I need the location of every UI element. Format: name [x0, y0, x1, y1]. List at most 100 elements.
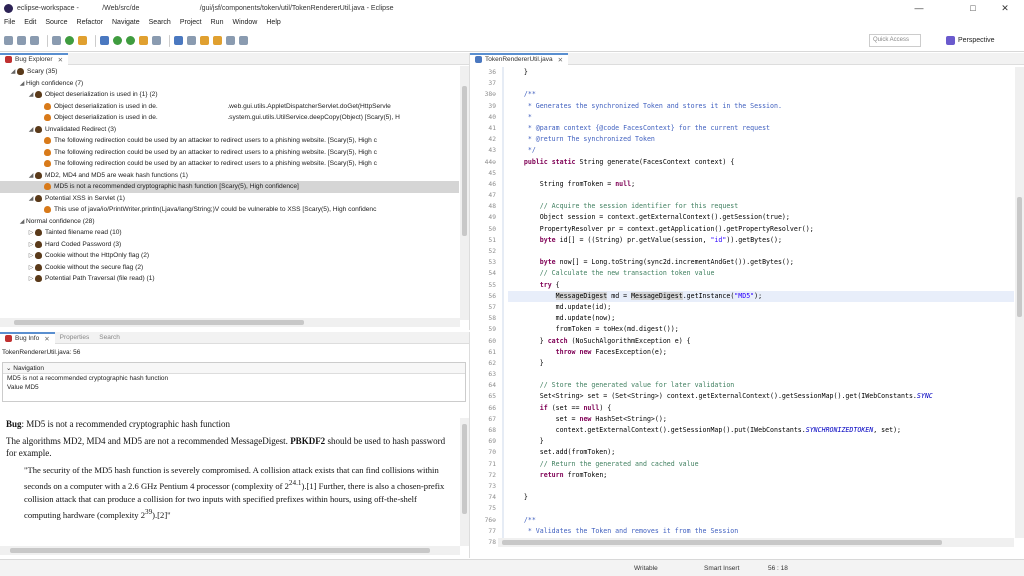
tree-row[interactable]: ◢ Potential XSS in Servlet (1) [0, 193, 459, 205]
scrollbar-thumb[interactable] [10, 548, 430, 553]
close-icon[interactable]: ✕ [44, 335, 49, 343]
expand-arrow-icon[interactable]: ◢ [18, 218, 26, 225]
forward-icon[interactable] [239, 36, 248, 45]
tree-row[interactable]: ▷ Cookie without the secure flag (2) [0, 262, 459, 274]
next-annotation-icon[interactable] [200, 36, 209, 45]
menu-source[interactable]: Source [45, 19, 67, 26]
tree-row[interactable]: Object deserialization is used in de. .s… [0, 112, 459, 124]
toggle-mark-occurrences-icon[interactable] [174, 36, 183, 45]
perspective-button[interactable]: Perspective [946, 34, 995, 47]
expand-arrow-icon[interactable]: ▷ [27, 264, 35, 271]
tree-row[interactable]: ▷ Hard Coded Password (3) [0, 239, 459, 251]
save-icon[interactable] [17, 36, 26, 45]
new-icon[interactable] [4, 36, 13, 45]
tree-row[interactable]: ▷ Potential Path Traversal (file read) (1… [0, 273, 459, 285]
tree-row[interactable]: MD5 is not a recommended cryptographic h… [0, 181, 459, 193]
maximize-button[interactable]: □ [958, 0, 988, 16]
horizontal-scrollbar[interactable] [498, 538, 1014, 547]
menu-run[interactable]: Run [211, 19, 224, 26]
navigation-item[interactable]: Value MD5 [3, 383, 465, 392]
quick-access-field[interactable]: Quick Access [869, 34, 921, 47]
navigation-label: Navigation [13, 365, 44, 372]
menu-refactor[interactable]: Refactor [77, 19, 103, 26]
menu-search[interactable]: Search [149, 19, 171, 26]
menu-edit[interactable]: Edit [24, 19, 36, 26]
line-number: 67 [488, 415, 496, 423]
line-number: 57 [488, 303, 496, 311]
back-icon[interactable] [226, 36, 235, 45]
tree-row[interactable]: Object deserialization is used in de. .w… [0, 101, 459, 113]
scrollbar-thumb[interactable] [462, 86, 467, 236]
new-package-icon[interactable] [113, 36, 122, 45]
tree-row-label: High confidence (7) [26, 79, 84, 87]
line-number: 74 [488, 494, 496, 502]
tree-row[interactable]: ◢ Normal confidence (28) [0, 216, 459, 228]
expand-arrow-icon[interactable]: ◢ [18, 80, 26, 87]
menu-window[interactable]: Window [232, 19, 257, 26]
line-number: 51 [488, 236, 496, 244]
expand-arrow-icon[interactable]: ▷ [27, 275, 35, 282]
previous-annotation-icon[interactable] [213, 36, 222, 45]
close-icon[interactable]: ✕ [58, 56, 63, 64]
tree-row[interactable]: ◢ Scary (35) [0, 66, 459, 78]
new-java-project-icon[interactable] [100, 36, 109, 45]
scrollbar-thumb[interactable] [462, 424, 467, 514]
tree-row[interactable]: ◢ Object deserialization is used in {1} (… [0, 89, 459, 101]
code-line: Set<String> set = (Set<String>) context.… [508, 392, 933, 401]
tree-row[interactable]: ▷ Tainted filename read (10) [0, 227, 459, 239]
tree-row[interactable]: ▷ Cookie without the HttpOnly flag (2) [0, 250, 459, 262]
navigation-item[interactable]: MD5 is not a recommended cryptographic h… [3, 374, 465, 383]
tab-editor-file[interactable]: TokenRendererUtil.java ✕ [470, 52, 569, 65]
expand-arrow-icon[interactable]: ◢ [9, 68, 17, 75]
navigation-header[interactable]: ⌄ Navigation [3, 363, 465, 374]
search-icon[interactable] [152, 36, 161, 45]
expand-arrow-icon[interactable]: ▷ [27, 241, 35, 248]
expand-arrow-icon[interactable]: ◢ [27, 195, 35, 202]
tree-row[interactable]: The following redirection could be used … [0, 158, 459, 170]
menu-project[interactable]: Project [180, 19, 202, 26]
scrollbar-thumb[interactable] [502, 540, 942, 545]
expand-arrow-icon[interactable]: ◢ [27, 172, 35, 179]
expand-arrow-icon[interactable]: ◢ [27, 91, 35, 98]
scrollbar-thumb[interactable] [14, 320, 304, 325]
horizontal-scrollbar[interactable] [0, 318, 460, 327]
run-icon[interactable] [65, 36, 74, 45]
tree-row[interactable]: The following redirection could be used … [0, 135, 459, 147]
bug-info-tabrow: Bug Info ✕ Properties Search [0, 331, 469, 344]
vertical-scrollbar[interactable] [460, 66, 469, 320]
menu-help[interactable]: Help [266, 19, 280, 26]
horizontal-scrollbar[interactable] [0, 546, 460, 555]
tree-row[interactable]: ◢ Unvalidated Redirect (3) [0, 124, 459, 136]
close-button[interactable]: ✕ [990, 0, 1020, 16]
show-whitespace-icon[interactable] [187, 36, 196, 45]
expand-arrow-icon[interactable]: ▷ [27, 229, 35, 236]
new-class-icon[interactable] [126, 36, 135, 45]
tree-row[interactable]: The following redirection could be used … [0, 147, 459, 159]
tab-properties[interactable]: Properties [55, 332, 95, 344]
code-line: Object session = context.getExternalCont… [508, 213, 790, 222]
tree-row[interactable]: ◢ High confidence (7) [0, 78, 459, 90]
line-number: 62 [488, 359, 496, 367]
vertical-scrollbar[interactable] [1015, 67, 1024, 538]
external-tools-icon[interactable] [78, 36, 87, 45]
debug-icon[interactable] [52, 36, 61, 45]
save-all-icon[interactable] [30, 36, 39, 45]
tab-bug-info[interactable]: Bug Info ✕ [0, 331, 55, 344]
code-area[interactable]: } /** * Generates the synchronized Token… [508, 67, 1014, 538]
tree-row[interactable]: ◢ MD2, MD4 and MD5 are weak hash function… [0, 170, 459, 182]
menu-navigate[interactable]: Navigate [112, 19, 140, 26]
close-icon[interactable]: ✕ [558, 56, 563, 64]
vertical-scrollbar[interactable] [460, 418, 469, 546]
minimize-button[interactable]: — [904, 0, 934, 16]
expand-arrow-icon[interactable]: ▷ [27, 252, 35, 259]
tree-row-label: Object deserialization is used in {1} (2… [45, 91, 158, 99]
line-number: 78 [488, 538, 496, 546]
tree-row[interactable]: This use of java/io/PrintWriter.println(… [0, 204, 459, 216]
scrollbar-thumb[interactable] [1017, 197, 1022, 317]
menu-file[interactable]: File [4, 19, 15, 26]
code-line: * [508, 112, 532, 121]
open-type-icon[interactable] [139, 36, 148, 45]
tab-bug-explorer[interactable]: Bug Explorer ✕ [0, 52, 69, 65]
tab-search[interactable]: Search [94, 332, 125, 344]
expand-arrow-icon[interactable]: ◢ [27, 126, 35, 133]
